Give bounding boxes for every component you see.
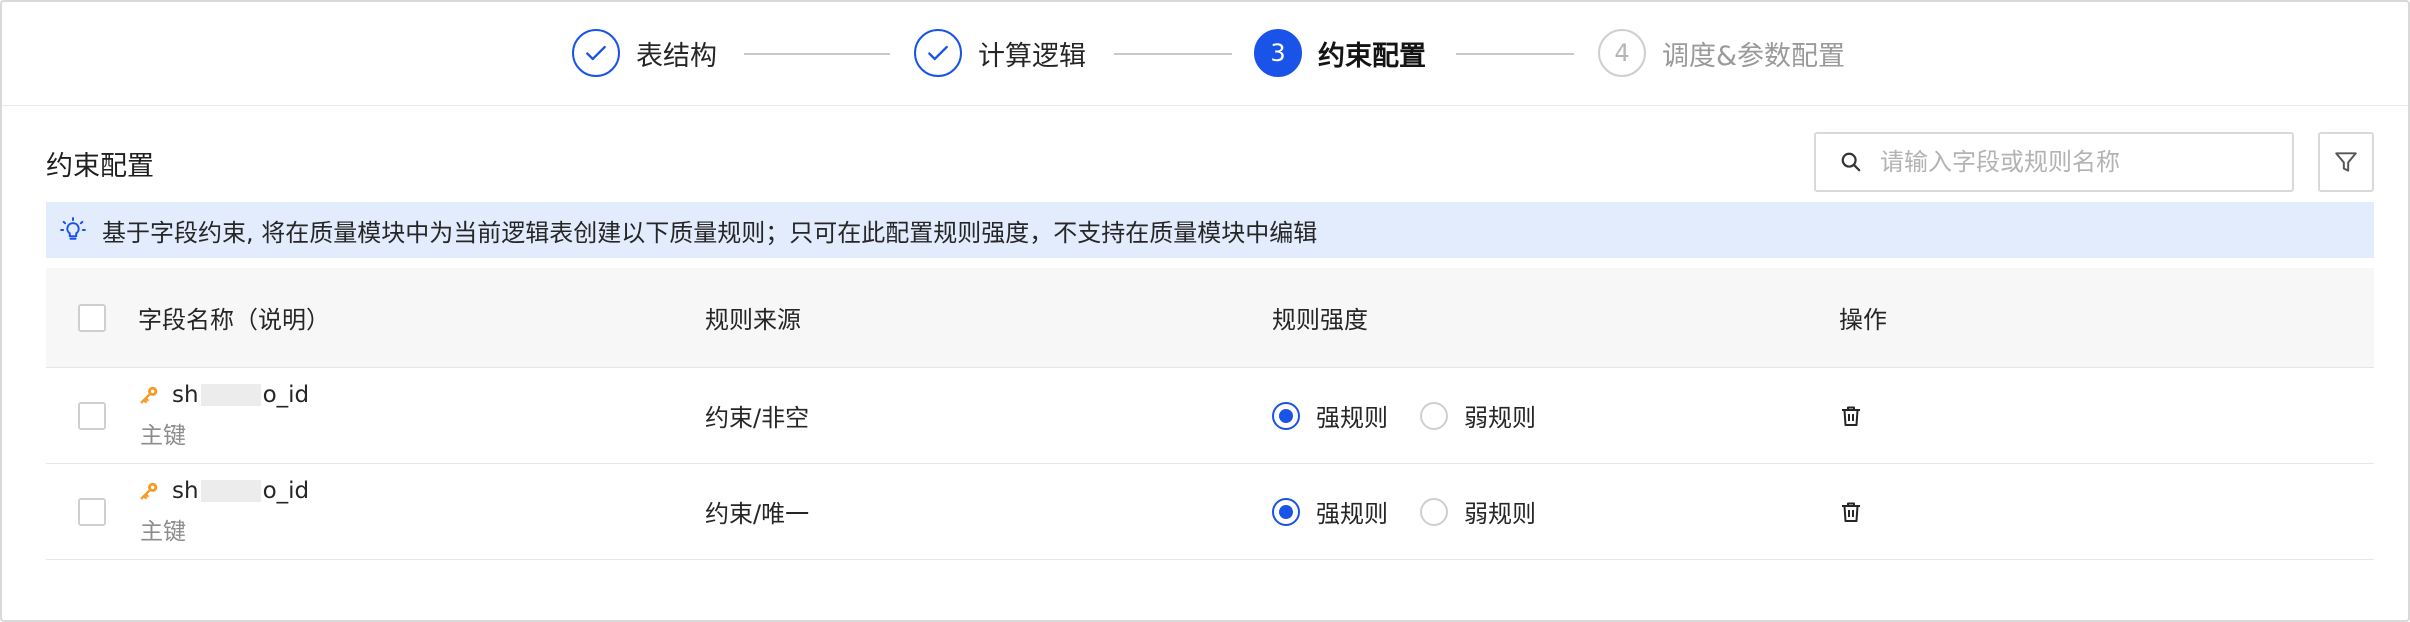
step-number: 3 <box>1254 29 1302 77</box>
table-row: sh o_id 主键 约束/唯一 强规则 弱规则 <box>46 464 2374 560</box>
search-icon <box>1840 151 1862 173</box>
header-rule-strength: 规则强度 <box>1272 306 1368 334</box>
info-banner-text: 基于字段约束, 将在质量模块中为当前逻辑表创建以下质量规则；只可在此配置规则强度… <box>102 218 1318 247</box>
step-schedule-params[interactable]: 4 调度&参数配置 <box>1598 28 1845 78</box>
rule-source: 约束/唯一 <box>705 500 810 528</box>
row-checkbox[interactable] <box>78 497 106 526</box>
header-rule-source: 规则来源 <box>705 306 801 334</box>
table-header: 字段名称（说明） 规则来源 规则强度 操作 <box>46 268 2374 368</box>
filter-button[interactable] <box>2318 132 2374 192</box>
radio-label: 弱规则 <box>1464 500 1536 528</box>
rules-table: 字段名称（说明） 规则来源 规则强度 操作 sh o_id 主键 约束/非空 强… <box>46 268 2374 560</box>
steps-bar: 表结构 计算逻辑 3 约束配置 4 调度&参数配置 <box>2 2 2408 106</box>
redacted-mask <box>200 383 261 406</box>
strength-radio-group: 强规则 弱规则 <box>1272 494 1568 529</box>
radio-weak[interactable]: 弱规则 <box>1420 398 1536 433</box>
step-table-structure[interactable]: 表结构 <box>572 28 717 78</box>
field-description: 主键 <box>140 518 186 545</box>
row-checkbox[interactable] <box>78 401 106 430</box>
rule-source: 约束/非空 <box>705 404 810 432</box>
key-icon <box>138 384 160 406</box>
field-name-suffix: o_id <box>262 477 310 504</box>
step-connector <box>1456 53 1574 55</box>
step-label: 表结构 <box>636 40 717 72</box>
key-icon <box>138 480 160 502</box>
field-name: sh o_id <box>138 478 309 504</box>
header-field-name: 字段名称（说明） <box>138 306 330 334</box>
table-row: sh o_id 主键 约束/非空 强规则 弱规则 <box>46 368 2374 464</box>
filter-icon <box>2333 149 2359 175</box>
step-connector <box>1114 53 1232 55</box>
step-label: 计算逻辑 <box>978 40 1086 72</box>
header-action: 操作 <box>1839 306 1887 334</box>
strength-radio-group: 强规则 弱规则 <box>1272 398 1568 433</box>
radio-label: 强规则 <box>1316 500 1388 528</box>
step-calc-logic[interactable]: 计算逻辑 <box>914 28 1086 78</box>
step-constraint-config[interactable]: 3 约束配置 <box>1254 28 1426 78</box>
trash-icon[interactable] <box>1839 404 1863 428</box>
radio-circle <box>1420 497 1448 526</box>
radio-label: 强规则 <box>1316 404 1388 432</box>
radio-weak[interactable]: 弱规则 <box>1420 494 1536 529</box>
field-name-prefix: sh <box>172 477 199 504</box>
page-frame: 表结构 计算逻辑 3 约束配置 4 调度&参数配置 约束配置 请输入字段或规则名… <box>0 0 2410 622</box>
redacted-mask <box>200 479 261 502</box>
lightbulb-icon <box>58 215 88 245</box>
step-label: 调度&参数配置 <box>1662 40 1846 72</box>
radio-circle-checked <box>1272 401 1300 430</box>
field-cell: sh o_id 主键 <box>138 368 309 463</box>
check-icon <box>914 29 962 77</box>
field-name-suffix: o_id <box>262 381 310 408</box>
section-title: 约束配置 <box>46 151 154 182</box>
search-input[interactable] <box>1880 148 2280 176</box>
radio-circle <box>1420 401 1448 430</box>
search-box[interactable] <box>1814 132 2294 192</box>
field-name: sh o_id <box>138 382 309 408</box>
check-icon <box>572 29 620 77</box>
radio-label: 弱规则 <box>1464 404 1536 432</box>
radio-strong[interactable]: 强规则 <box>1272 494 1388 529</box>
field-description: 主键 <box>140 422 186 449</box>
radio-strong[interactable]: 强规则 <box>1272 398 1388 433</box>
step-connector <box>744 53 890 55</box>
radio-circle-checked <box>1272 497 1300 526</box>
field-name-prefix: sh <box>172 381 199 408</box>
step-number: 4 <box>1598 29 1646 77</box>
trash-icon[interactable] <box>1839 500 1863 524</box>
step-label: 约束配置 <box>1318 40 1426 72</box>
info-banner: 基于字段约束, 将在质量模块中为当前逻辑表创建以下质量规则；只可在此配置规则强度… <box>46 202 2374 258</box>
field-cell: sh o_id 主键 <box>138 464 309 559</box>
select-all-checkbox[interactable] <box>78 303 106 332</box>
